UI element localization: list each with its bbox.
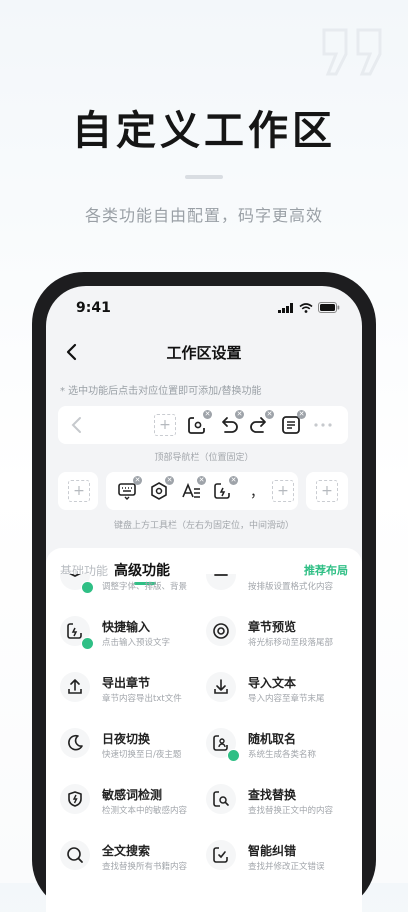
- keyboard-scroll-area: ✕ ✕ ✕ ✕ ， +: [106, 472, 298, 510]
- dash-icon: [214, 574, 228, 576]
- top-toolbar-caption: 顶部导航栏（位置固定）: [154, 453, 254, 463]
- selected-check-icon: [227, 749, 240, 762]
- remove-badge-icon[interactable]: ✕: [297, 410, 306, 419]
- keyboard-left-fixed-slot: +: [58, 472, 98, 510]
- remove-badge-icon[interactable]: ✕: [197, 476, 206, 485]
- remove-badge-icon[interactable]: ✕: [203, 410, 212, 419]
- feature-icon-bg: [206, 574, 236, 590]
- chevron-icon: [68, 574, 82, 578]
- remove-badge-icon[interactable]: ✕: [265, 410, 274, 419]
- search-icon: [67, 847, 83, 863]
- wifi-icon: [299, 302, 313, 313]
- feature-item-full-text-search[interactable]: 全文搜索 查找替换所有书籍内容: [60, 840, 210, 886]
- battery-icon: [318, 302, 340, 313]
- feature-item-chapter-preview[interactable]: 章节预览 将光标移动至段落尾部: [206, 616, 356, 662]
- comma-key[interactable]: ，: [250, 482, 264, 502]
- signal-icon: [278, 302, 293, 313]
- feature-icon-bg: [60, 672, 90, 702]
- feature-icon-bg: [206, 784, 236, 814]
- selected-check-icon: [81, 581, 94, 594]
- feature-desc: 章节内容导出txt文件: [102, 694, 182, 704]
- feature-desc: 点击输入预设文字: [102, 638, 171, 648]
- keyboard-toolbar-caption: 键盘上方工具栏（左右为固定位，中间滑动）: [113, 521, 294, 531]
- feature-desc: 查找替换正文中的内容: [248, 806, 334, 816]
- status-icons: [278, 302, 340, 313]
- random-name-icon: [213, 735, 228, 751]
- feature-desc: 系统生成各类名称: [248, 750, 317, 760]
- feature-desc: 查找替换所有书籍内容: [102, 862, 188, 872]
- moon-icon: [68, 734, 83, 751]
- eye-icon: [213, 623, 229, 639]
- hero-subtitle: 各类功能自由配置，码字更高效: [84, 206, 323, 225]
- feature-desc: 查找并修改正文错误: [248, 862, 325, 872]
- feature-icon-bg: [60, 840, 90, 870]
- page-title: 工作区设置: [166, 344, 242, 362]
- shield-icon: [68, 791, 82, 807]
- feature-item-export-chapter[interactable]: 导出章节 章节内容导出txt文件: [60, 672, 210, 718]
- export-icon: [68, 679, 82, 694]
- hero-title: 自定义工作区: [72, 108, 336, 154]
- back-arrow-icon: [71, 417, 81, 433]
- empty-slot[interactable]: +: [272, 480, 294, 502]
- empty-slot[interactable]: +: [154, 414, 176, 436]
- hero-divider: [185, 175, 223, 179]
- feature-item-random-name[interactable]: 随机取名 系统生成各类名称: [206, 728, 356, 774]
- quote-decoration-icon: [322, 28, 382, 76]
- remove-badge-icon[interactable]: ✕: [235, 410, 244, 419]
- spell-check-icon: [213, 847, 228, 863]
- status-time: 9:41: [76, 300, 111, 316]
- feature-name: 导入文本: [248, 676, 297, 690]
- feature-item-quick-input[interactable]: 快捷输入 点击输入预设文字: [60, 616, 210, 662]
- feature-name: 全文搜索: [102, 844, 151, 858]
- feature-desc: 检测文本中的敏感内容: [102, 806, 188, 816]
- feature-item-sensitive-words[interactable]: 敏感词检测 检测文本中的敏感内容: [60, 784, 210, 830]
- feature-item-day-night[interactable]: 日夜切换 快速切换至日/夜主题: [60, 728, 210, 774]
- feature-desc: 快速切换至日/夜主题: [102, 750, 182, 760]
- feature-name: 日夜切换: [102, 732, 151, 746]
- find-replace-icon: [213, 791, 229, 807]
- feature-icon-bg: [60, 784, 90, 814]
- feature-icon-bg: [60, 728, 90, 758]
- feature-icon-bg: [206, 616, 236, 646]
- feature-item-partial[interactable]: 按排版设置格式化内容: [206, 574, 356, 598]
- feature-name: 随机取名: [248, 732, 297, 746]
- remove-badge-icon[interactable]: ✕: [133, 476, 142, 485]
- feature-name: 敏感词检测: [102, 788, 163, 802]
- empty-slot[interactable]: +: [68, 480, 90, 502]
- top-toolbar-preview: + ✕ ✕ ✕ ✕: [58, 406, 348, 444]
- quick-input-icon: [67, 623, 82, 639]
- import-icon: [214, 679, 228, 694]
- selected-check-icon: [81, 637, 94, 650]
- feature-name: 导出章节: [102, 676, 151, 690]
- feature-desc: 将光标移动至段落尾部: [248, 638, 334, 648]
- feature-name: 智能纠错: [248, 844, 297, 858]
- feature-icon-bg: [206, 672, 236, 702]
- feature-desc: 调整字体、排版、背景: [102, 582, 188, 592]
- status-bar: 9:41: [46, 286, 362, 330]
- nav-bar: 工作区设置: [46, 330, 362, 374]
- more-dots-icon: [314, 423, 332, 427]
- feature-item-find-replace[interactable]: 查找替换 查找替换正文中的内容: [206, 784, 356, 830]
- empty-slot[interactable]: +: [316, 480, 338, 502]
- feature-name: 章节预览: [248, 620, 297, 634]
- feature-icon-bg: [206, 840, 236, 870]
- feature-panel: 基础功能 高级功能 推荐布局 调整字体、排版、背景 按排版设置格式化内容 快捷输…: [46, 548, 362, 912]
- phone-screen: 9:41 工作区设置 * 选中功能后点击对应位置即可添加/替换功能 + ✕ ✕ …: [46, 286, 362, 912]
- remove-badge-icon[interactable]: ✕: [229, 476, 238, 485]
- feature-item-smart-correction[interactable]: 智能纠错 查找并修改正文错误: [206, 840, 356, 886]
- feature-name: 查找替换: [248, 788, 297, 802]
- keyboard-right-fixed-slot: +: [306, 472, 348, 510]
- feature-name: 快捷输入: [102, 620, 151, 634]
- feature-desc: 导入内容至章节末尾: [248, 694, 325, 704]
- feature-item-import-text[interactable]: 导入文本 导入内容至章节末尾: [206, 672, 356, 718]
- phone-frame: 9:41 工作区设置 * 选中功能后点击对应位置即可添加/替换功能 + ✕ ✕ …: [32, 272, 376, 912]
- hint-text: * 选中功能后点击对应位置即可添加/替换功能: [60, 386, 262, 397]
- feature-item-partial[interactable]: 调整字体、排版、背景: [60, 574, 210, 598]
- remove-badge-icon[interactable]: ✕: [165, 476, 174, 485]
- feature-desc: 按排版设置格式化内容: [248, 582, 334, 592]
